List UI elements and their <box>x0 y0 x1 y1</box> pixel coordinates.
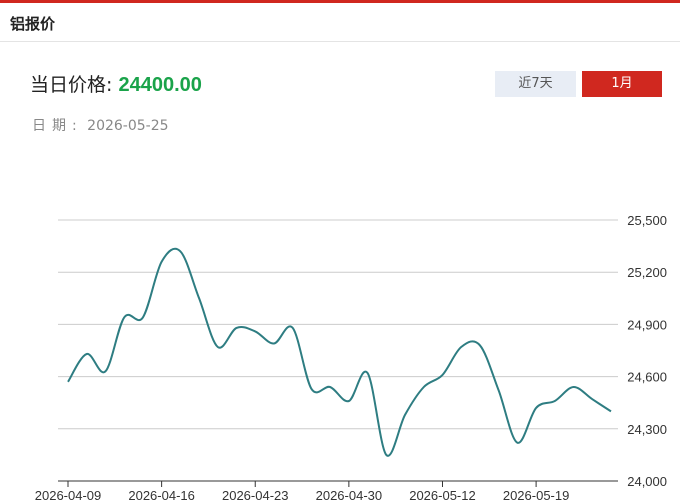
x-tick-label: 2026-04-09 <box>35 488 102 501</box>
y-tick-label: 25,500 <box>627 213 667 228</box>
data-point <box>459 345 463 349</box>
price-line-chart: 24,000 24,300 24,600 24,900 25,200 25,500 2026… <box>35 213 667 501</box>
data-point <box>272 342 276 346</box>
data-point <box>441 373 445 377</box>
y-tick-label: 24,300 <box>627 422 667 437</box>
data-point <box>403 413 407 417</box>
data-point <box>253 329 257 333</box>
data-point <box>366 371 370 375</box>
data-point <box>178 249 182 253</box>
data-point <box>328 385 332 389</box>
data-point <box>85 352 89 356</box>
data-point <box>141 315 145 319</box>
data-point <box>103 369 107 373</box>
data-point <box>347 399 351 403</box>
data-point <box>590 397 594 401</box>
y-tick-label: 24,600 <box>627 370 667 385</box>
data-point <box>553 399 557 403</box>
data-point <box>609 409 613 413</box>
x-tick-label: 2026-04-23 <box>222 488 289 501</box>
x-tick-label: 2026-04-30 <box>316 488 383 501</box>
data-point <box>534 406 538 410</box>
y-tick-label: 24,900 <box>627 317 667 332</box>
data-point <box>422 385 426 389</box>
data-point <box>216 345 220 349</box>
data-point <box>572 385 576 389</box>
data-point <box>515 441 519 445</box>
y-tick-label: 25,200 <box>627 265 667 280</box>
price-series-line <box>67 247 612 457</box>
data-point <box>478 343 482 347</box>
data-point <box>291 326 295 330</box>
data-point <box>122 315 126 319</box>
x-tick-label: 2026-05-12 <box>409 488 476 501</box>
data-point <box>384 453 388 457</box>
x-tick-label: 2026-04-16 <box>128 488 195 501</box>
y-tick-label: 24,000 <box>627 474 667 489</box>
data-point <box>66 380 70 384</box>
data-point <box>497 389 501 393</box>
data-point <box>197 296 201 300</box>
data-point <box>309 387 313 391</box>
data-point <box>160 260 164 264</box>
data-point <box>235 326 239 330</box>
x-tick-label: 2026-05-19 <box>503 488 570 501</box>
